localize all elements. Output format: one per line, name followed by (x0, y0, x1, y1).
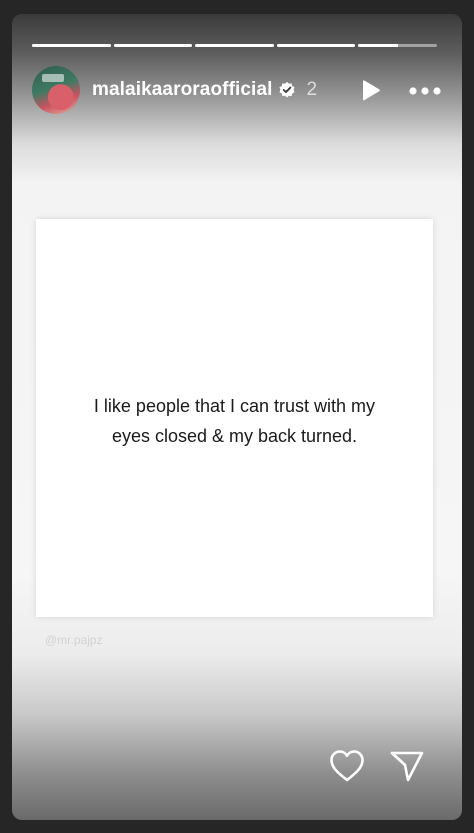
heart-icon[interactable] (329, 749, 365, 783)
more-options-icon[interactable] (408, 84, 442, 98)
quote-text: I like people that I can trust with my e… (36, 391, 433, 451)
story-header: malaikaaroraofficial 2 (32, 66, 442, 114)
username[interactable]: malaikaaroraofficial (92, 79, 272, 101)
story-viewer[interactable]: malaikaaroraofficial 2 I like people tha… (12, 14, 462, 820)
progress-segment (358, 44, 437, 47)
story-timestamp: 2 (306, 79, 318, 100)
progress-segment (32, 44, 111, 47)
progress-segment (113, 44, 193, 47)
progress-segment (276, 44, 356, 47)
watermark: @mr.pajpz (45, 633, 103, 647)
send-icon[interactable] (389, 749, 425, 783)
progress-segment (195, 44, 274, 47)
quote-line: I like people that I can trust with my (93, 396, 376, 416)
verified-badge-icon (279, 81, 296, 98)
play-icon[interactable] (357, 78, 383, 104)
story-progress-bar (32, 44, 437, 48)
quote-line: eyes closed & my back turned. (111, 426, 358, 446)
quote-card: I like people that I can trust with my e… (36, 219, 433, 617)
avatar[interactable] (32, 66, 80, 114)
